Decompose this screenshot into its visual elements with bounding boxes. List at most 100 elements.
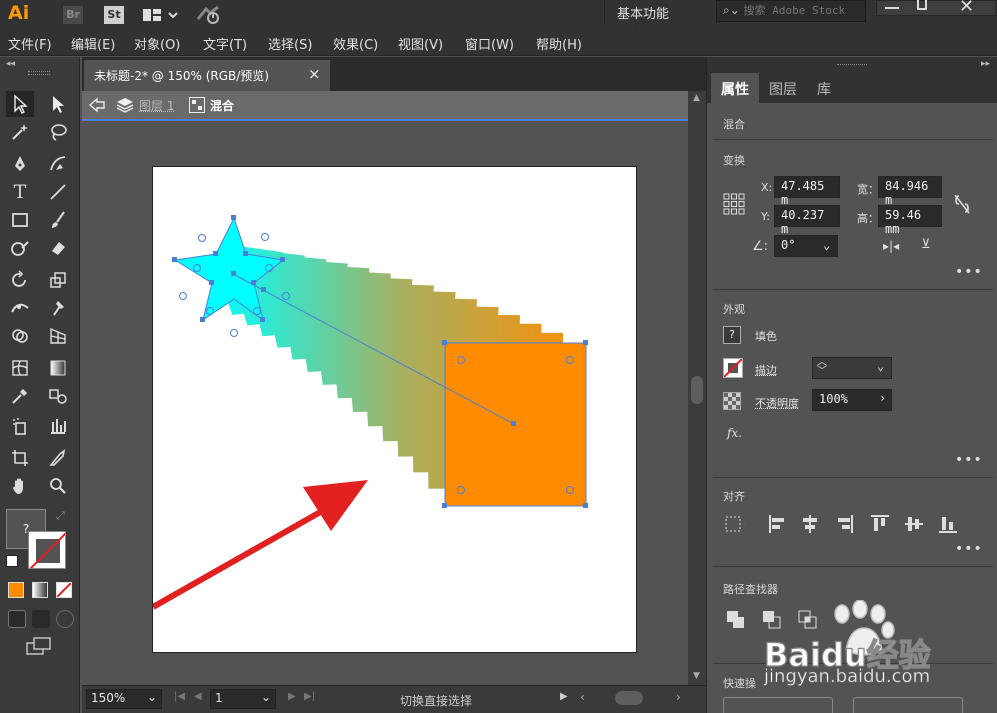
color-mode-button[interactable]	[8, 582, 24, 598]
stroke-swatch[interactable]	[28, 531, 66, 569]
none-mode-button[interactable]	[56, 582, 72, 598]
menu-edit[interactable]: 编辑(E)	[71, 34, 115, 53]
lasso-tool-icon[interactable]	[44, 119, 72, 145]
menu-type[interactable]: 文字(T)	[203, 34, 247, 53]
eyedropper-tool-icon[interactable]	[6, 383, 34, 409]
collapse-toolbar-icon[interactable]: ◂◂	[6, 59, 15, 69]
width-field[interactable]: 84.946 m	[878, 176, 942, 207]
height-field[interactable]: 59.46 mm	[878, 205, 942, 236]
stepper-icon[interactable]: ︿ ﹀	[817, 358, 827, 377]
flip-horizontal-icon[interactable]: ▸|◂	[883, 239, 899, 253]
tab-layers[interactable]: 图层	[759, 73, 807, 103]
menu-help[interactable]: 帮助(H)	[536, 34, 582, 53]
rotation-field[interactable]: 0° ⌄	[774, 235, 838, 257]
perspective-grid-tool-icon[interactable]	[44, 323, 72, 349]
vertical-scrollbar[interactable]: ▲ ▼	[688, 91, 706, 685]
stroke-label[interactable]: 描边	[755, 362, 777, 378]
align-left-icon[interactable]	[767, 513, 789, 535]
zoom-tool-icon[interactable]	[44, 473, 72, 499]
status-message[interactable]: 切换直接选择	[400, 692, 472, 709]
stock-badge[interactable]: St	[104, 6, 124, 24]
shape-builder-tool-icon[interactable]	[6, 323, 34, 349]
menu-effect[interactable]: 效果(C)	[333, 34, 378, 53]
menu-view[interactable]: 视图(V)	[398, 34, 443, 53]
scroll-down-icon[interactable]: ▼	[693, 671, 700, 681]
symbol-sprayer-tool-icon[interactable]	[6, 413, 34, 439]
draw-inside-icon[interactable]	[56, 610, 74, 628]
search-input[interactable]	[743, 4, 854, 17]
align-bottom-icon[interactable]	[937, 513, 959, 535]
chevron-down-icon[interactable]: ⌄	[877, 359, 884, 373]
bridge-badge[interactable]: Br	[63, 6, 83, 24]
tab-libraries[interactable]: 库	[807, 73, 841, 103]
stock-search[interactable]: ⌕⌄	[716, 0, 866, 22]
default-fill-stroke-icon[interactable]	[6, 555, 18, 567]
arrange-documents-icon[interactable]	[140, 5, 180, 25]
breadcrumb-layer[interactable]: 图层 1	[139, 97, 174, 114]
scroll-up-icon[interactable]: ▲	[693, 93, 700, 103]
draw-normal-icon[interactable]	[8, 610, 26, 628]
opacity-field[interactable]: 100% ›	[812, 389, 892, 411]
workspace-switcher[interactable]: 基本功能 ⌄	[604, 0, 704, 37]
stroke-swatch-none[interactable]	[723, 358, 743, 378]
mesh-tool-icon[interactable]	[6, 355, 34, 381]
slice-tool-icon[interactable]	[44, 445, 72, 471]
horizontal-scroll-thumb[interactable]	[615, 691, 643, 705]
shaper-tool-icon[interactable]	[6, 235, 34, 261]
last-artboard-icon[interactable]: ▶|	[304, 691, 315, 702]
fill-swatch-unknown[interactable]: ?	[723, 326, 741, 344]
artboard-tool-icon[interactable]	[6, 445, 34, 471]
puppet-warp-tool-icon[interactable]	[44, 295, 72, 321]
first-artboard-icon[interactable]: |◀	[174, 691, 185, 702]
panel-grip[interactable]	[837, 64, 867, 67]
chevron-down-icon[interactable]: ⌄	[823, 238, 830, 252]
pen-tool-icon[interactable]	[6, 151, 34, 177]
menu-window[interactable]: 窗口(W)	[465, 34, 514, 53]
appearance-more-button[interactable]: •••	[955, 452, 983, 468]
menu-file[interactable]: 文件(F)	[8, 34, 52, 53]
blend-tool-icon[interactable]	[44, 383, 72, 409]
align-horizontal-center-icon[interactable]	[799, 513, 821, 535]
draw-behind-icon[interactable]	[32, 610, 50, 628]
quick-action-button[interactable]	[853, 697, 963, 713]
type-tool-icon[interactable]: T	[6, 179, 34, 205]
magic-wand-tool-icon[interactable]	[6, 119, 34, 145]
quick-action-button[interactable]	[723, 697, 833, 713]
minimize-icon[interactable]	[885, 7, 899, 9]
hand-tool-icon[interactable]	[6, 473, 34, 499]
paintbrush-tool-icon[interactable]	[44, 207, 72, 233]
scroll-left-icon[interactable]: ‹	[580, 690, 585, 704]
pathfinder-intersect-icon[interactable]	[797, 609, 819, 631]
align-right-icon[interactable]	[833, 513, 855, 535]
screen-mode-icon[interactable]	[26, 637, 52, 655]
status-menu-icon[interactable]: ▶	[560, 691, 568, 702]
gradient-mode-button[interactable]	[32, 582, 48, 598]
scroll-thumb[interactable]	[691, 376, 703, 404]
back-arrow-icon[interactable]	[88, 96, 106, 114]
expand-panels-icon[interactable]: ▸▸	[981, 59, 990, 69]
align-vertical-center-icon[interactable]	[903, 513, 925, 535]
eraser-tool-icon[interactable]	[44, 235, 72, 261]
swap-fill-stroke-icon[interactable]: ⤢	[56, 509, 65, 523]
tab-properties[interactable]: 属性	[711, 73, 759, 103]
next-artboard-icon[interactable]: ▶	[288, 691, 296, 702]
scroll-right-icon[interactable]: ›	[676, 690, 681, 704]
close-tab-icon[interactable]: ×	[308, 65, 321, 83]
selection-tool-icon[interactable]	[6, 91, 34, 117]
flip-vertical-icon[interactable]: ⊻	[921, 237, 931, 252]
reference-point-icon[interactable]	[723, 193, 745, 215]
align-top-icon[interactable]	[869, 513, 891, 535]
column-graph-tool-icon[interactable]	[44, 413, 72, 439]
gradient-tool-icon[interactable]	[44, 355, 72, 381]
opacity-label[interactable]: 不透明度	[755, 395, 799, 411]
artboard-number-field[interactable]: 1 ⌄	[210, 689, 276, 709]
menu-select[interactable]: 选择(S)	[268, 34, 312, 53]
width-tool-icon[interactable]	[6, 295, 34, 321]
rotate-tool-icon[interactable]	[6, 267, 34, 293]
y-field[interactable]: 40.237 m	[774, 205, 840, 236]
x-field[interactable]: 47.485 m	[774, 176, 840, 207]
pathfinder-unite-icon[interactable]	[725, 609, 747, 631]
stroke-weight-field[interactable]: ︿ ﹀ ⌄	[812, 357, 892, 379]
rectangle-tool-icon[interactable]	[6, 207, 34, 233]
canvas-area[interactable]	[82, 123, 688, 685]
